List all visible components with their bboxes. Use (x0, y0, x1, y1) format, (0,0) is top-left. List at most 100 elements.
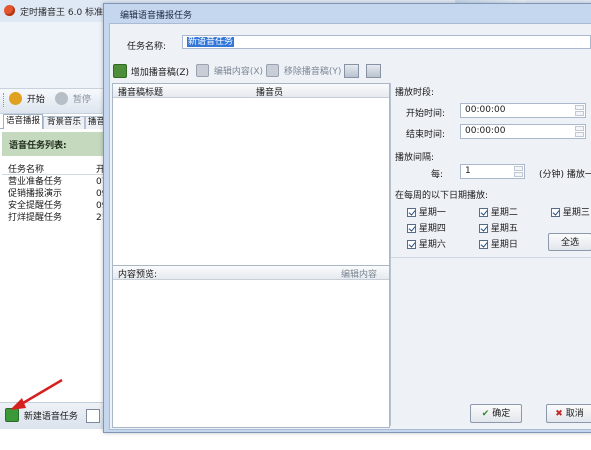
script-list[interactable]: 播音稿标题 播音员 (112, 83, 390, 267)
dialog-title: 编辑语音播报任务 (120, 11, 193, 21)
cancel-button[interactable]: ✖ 取消 (546, 404, 591, 423)
col-script-title[interactable]: 播音稿标题 (118, 85, 163, 98)
end-time-value: 00:00:00 (465, 126, 506, 136)
start-time-spinner[interactable] (575, 105, 584, 116)
settings-divider (391, 257, 591, 258)
settings-panel: 播放时段: 开始时间: 00:00:00 结束时间: 00:00:00 播放间隔… (390, 83, 591, 426)
task-name: 安全提醒任务 (8, 201, 63, 211)
day-tuesday[interactable]: 星期二 (479, 205, 518, 218)
select-all-button[interactable]: 全选 (548, 233, 591, 251)
start-time-value: 00:00:00 (465, 105, 506, 115)
checkbox-icon (407, 224, 416, 233)
day-label: 星期三 (562, 208, 590, 218)
time-section-label: 播放时段: (395, 88, 435, 98)
task-name: 促销播报演示 (8, 189, 63, 199)
start-button[interactable]: 开始 (9, 92, 45, 108)
red-arrow-annotation (10, 378, 63, 410)
interval-value: 1 (465, 166, 471, 176)
close-icon: ✖ (555, 409, 563, 419)
task-list-header: 语音任务列表: (2, 132, 106, 156)
checkbox-icon (407, 240, 416, 249)
col-announcer[interactable]: 播音员 (256, 85, 283, 98)
import-icon[interactable] (344, 64, 359, 78)
edit-task-dialog: 编辑语音播报任务 任务名称: 新语音任务 增加播音稿(Z) 编辑内容(X) 移除… (103, 3, 591, 433)
weekday-section-label: 在每周的以下日期播放: (395, 191, 489, 201)
preview-panel: 内容预览: 编辑内容 (112, 265, 390, 428)
main-window-title: 定时播音王 6.0 标准版 (20, 8, 113, 18)
task-name-label: 任务名称: (127, 42, 167, 52)
start-label: 开始 (26, 95, 45, 105)
task-name: 营业准备任务 (8, 177, 63, 187)
dialog-title-bar: 编辑语音播报任务 (104, 4, 591, 22)
table-row[interactable]: 促销播报演示 09 (2, 188, 106, 200)
pause-icon (55, 92, 68, 105)
main-toolbar: 开始 暂停 (0, 88, 106, 114)
interval-input[interactable]: 1 (460, 164, 525, 179)
start-time-label: 开始时间: (406, 109, 446, 119)
end-time-input[interactable]: 00:00:00 (460, 124, 586, 139)
task-name-input[interactable]: 新语音任务 (182, 35, 591, 49)
day-label: 星期一 (418, 208, 446, 218)
every-label: 每: (431, 170, 444, 180)
day-saturday[interactable]: 星期六 (407, 237, 446, 250)
dialog-toolbar: 增加播音稿(Z) 编辑内容(X) 移除播音稿(Y) (110, 60, 390, 82)
remove-script-icon (266, 64, 279, 77)
interval-section-label: 播放间隔: (395, 153, 435, 163)
day-label: 星期六 (418, 240, 446, 250)
pause-label: 暂停 (72, 95, 91, 105)
tab-background-music[interactable]: 背景音乐 (43, 116, 85, 129)
add-script-icon (113, 64, 127, 78)
day-monday[interactable]: 星期一 (407, 205, 446, 218)
day-label: 星期二 (490, 208, 518, 218)
tab-voice-broadcast[interactable]: 语音播报 (3, 114, 43, 129)
day-label: 星期四 (418, 224, 446, 234)
main-tab-strip: 语音播报 背景音乐 播音 (0, 114, 110, 129)
day-sunday[interactable]: 星期日 (479, 237, 518, 250)
task-list-title: 语音任务列表: (9, 141, 67, 151)
checkbox-icon (407, 208, 416, 217)
checkbox-icon (479, 208, 488, 217)
ok-label: 确定 (492, 409, 511, 419)
ok-button[interactable]: ✔ 确定 (470, 404, 522, 423)
check-icon: ✔ (481, 409, 490, 419)
main-left-panel: 开始 暂停 语音播报 背景音乐 播音 语音任务列表: 任务名称 开 营业准备任务 (0, 22, 110, 428)
table-row[interactable]: 安全提醒任务 09 (2, 200, 106, 212)
task-list-columns: 任务名称 开 (2, 161, 106, 175)
remove-script-label: 移除播音稿(Y) (283, 67, 342, 77)
cancel-label: 取消 (565, 409, 584, 419)
day-thursday[interactable]: 星期四 (407, 221, 446, 234)
task-name: 打烊提醒任务 (8, 213, 63, 223)
export-icon[interactable] (366, 64, 381, 78)
add-script-label: 增加播音稿(Z) (130, 67, 190, 78)
task-list: 营业准备任务 07 促销播报演示 09 安全提醒任务 09 打烊提醒任务 21 (2, 176, 106, 224)
end-time-label: 结束时间: (406, 130, 446, 140)
toolbar-grip (3, 93, 6, 107)
remove-script-button[interactable]: 移除播音稿(Y) (266, 64, 341, 77)
task-name-value: 新语音任务 (187, 37, 235, 47)
edit-content-button[interactable]: 编辑内容(X) (196, 64, 263, 77)
script-list-header: 播音稿标题 播音员 (113, 84, 389, 98)
dialog-client: 任务名称: 新语音任务 增加播音稿(Z) 编辑内容(X) 移除播音稿(Y) 播音… (109, 23, 591, 430)
preview-header: 内容预览: 编辑内容 (113, 266, 389, 280)
main-top-blank (0, 22, 106, 88)
day-label: 星期日 (490, 240, 518, 250)
add-script-button[interactable]: 增加播音稿(Z) (113, 64, 189, 78)
table-row[interactable]: 打烊提醒任务 21 (2, 212, 106, 224)
checkbox-icon (479, 224, 488, 233)
interval-spinner[interactable] (514, 166, 523, 177)
day-friday[interactable]: 星期五 (479, 221, 518, 234)
day-label: 星期五 (490, 224, 518, 234)
col-task-name[interactable]: 任务名称 (8, 162, 44, 175)
pause-button[interactable]: 暂停 (55, 92, 91, 108)
app-logo-icon (4, 5, 15, 16)
checkbox-icon (551, 208, 560, 217)
preview-edit-link[interactable]: 编辑内容 (341, 267, 377, 280)
day-wednesday[interactable]: 星期三 (551, 205, 590, 218)
checkbox-icon (479, 240, 488, 249)
interval-unit: (分钟) 播放一 (539, 170, 591, 180)
list-view-icon[interactable] (86, 409, 100, 423)
table-row[interactable]: 营业准备任务 07 (2, 176, 106, 188)
end-time-spinner[interactable] (575, 126, 584, 137)
start-time-input[interactable]: 00:00:00 (460, 103, 586, 118)
edit-content-icon (196, 64, 209, 77)
